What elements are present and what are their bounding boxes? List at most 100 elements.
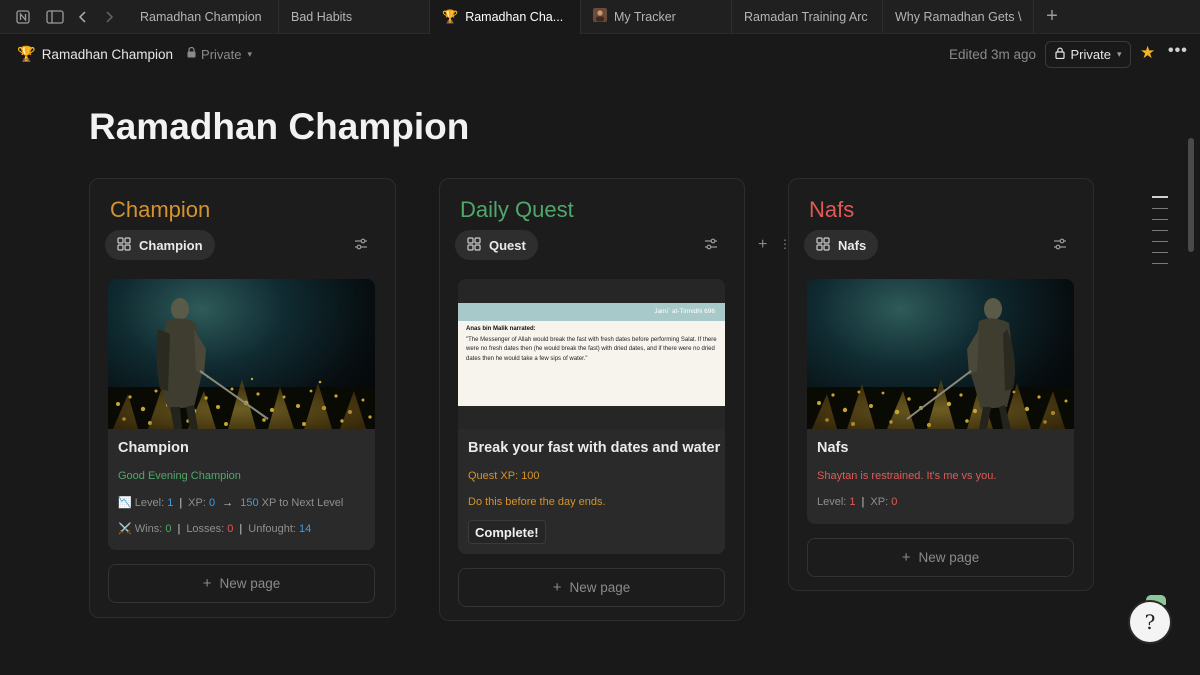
- card-title: Nafs: [817, 440, 849, 456]
- level-label: Level:: [817, 496, 847, 508]
- quest-card[interactable]: Jami` at-Tirmidhi 696 Anas bin Malik nar…: [458, 279, 725, 554]
- new-page-label: New page: [569, 580, 631, 595]
- champion-board: Champion Champion Champion Good Evening …: [89, 178, 396, 618]
- knight-cover-image: [807, 279, 1074, 429]
- level-line: Level: 1 | XP: 0: [817, 496, 898, 508]
- privacy-button[interactable]: Private ▾: [1045, 41, 1131, 68]
- help-assistant-icon[interactable]: ?: [1128, 600, 1172, 644]
- tab-my-tracker[interactable]: My Tracker: [581, 0, 732, 34]
- xp-label: XP:: [188, 497, 206, 509]
- quest-note: Do this before the day ends.: [468, 496, 606, 508]
- complete-button[interactable]: Complete!: [468, 520, 546, 544]
- chart-icon: 📉: [118, 497, 132, 509]
- add-block-icon[interactable]: +: [758, 236, 767, 254]
- avatar-icon: [593, 8, 607, 25]
- hadith-narrator: Anas bin Malik narrated:: [466, 326, 536, 332]
- quest-view-tab[interactable]: Quest: [455, 230, 538, 260]
- xp-next-value: 150: [240, 497, 259, 509]
- arrow-icon: →: [222, 497, 234, 509]
- unfought-label: Unfought:: [248, 523, 296, 535]
- xp-value: 0: [891, 496, 898, 508]
- tab-label: Ramadhan Cha...: [465, 9, 564, 24]
- filter-sliders-icon[interactable]: [354, 237, 368, 253]
- tab-bar: Ramadhan Champion Bad Habits 🏆 Ramadhan …: [0, 0, 1200, 34]
- tab-why-ramadhan[interactable]: Why Ramadhan Gets \: [883, 0, 1034, 34]
- sidebar-toggle-icon[interactable]: [44, 0, 66, 34]
- star-icon[interactable]: ★: [1140, 43, 1155, 63]
- tab-label: My Tracker: [614, 9, 676, 24]
- xp-value: 0: [208, 497, 216, 509]
- losses-label: Losses:: [186, 523, 225, 535]
- breadcrumb-title: Ramadhan Champion: [41, 46, 174, 62]
- tab-ramadan-training-arc[interactable]: Ramadan Training Arc: [732, 0, 883, 34]
- plus-icon: +: [901, 549, 911, 566]
- more-icon[interactable]: •••: [1168, 42, 1188, 60]
- forward-arrow-icon[interactable]: [98, 0, 120, 34]
- chevron-down-icon: ▾: [247, 48, 253, 59]
- level-line: 📉 Level: 1 | XP: 0 → 150 XP to Next Level: [118, 497, 344, 509]
- daily-quest-board: Daily Quest Quest Jami` at-Tirmidhi 696 …: [439, 178, 745, 621]
- nafs-message: Shaytan is restrained. It's me vs you.: [817, 470, 997, 482]
- filter-sliders-icon[interactable]: [1053, 237, 1067, 253]
- tab-ramadhan-champion[interactable]: Ramadhan Champion: [128, 0, 279, 34]
- nafs-view-tab[interactable]: Nafs: [804, 230, 879, 260]
- new-page-label: New page: [918, 550, 980, 565]
- notion-icon[interactable]: [12, 0, 34, 34]
- view-label: Quest: [489, 237, 526, 253]
- record-line: ⚔️ Wins: 0 | Losses: 0 | Unfought: 14: [118, 523, 312, 535]
- breadcrumb[interactable]: 🏆 Ramadhan Champion Private ▾: [17, 45, 252, 63]
- tab-bad-habits[interactable]: Bad Habits: [279, 0, 430, 34]
- champion-heading: Champion: [110, 197, 211, 222]
- back-arrow-icon[interactable]: [72, 0, 94, 34]
- nafs-card[interactable]: Nafs Shaytan is restrained. It's me vs y…: [807, 279, 1074, 524]
- level-label: Level:: [134, 497, 165, 509]
- nafs-board: Nafs Nafs Nafs Shaytan is restrained. It…: [788, 178, 1094, 591]
- plus-icon: +: [202, 575, 212, 592]
- page-title: Ramadhan Champion: [89, 106, 470, 147]
- view-label: Champion: [139, 237, 203, 253]
- plus-icon[interactable]: +: [1034, 0, 1070, 34]
- knight-cover-image: [108, 279, 375, 429]
- new-page-label: New page: [219, 576, 281, 591]
- new-page-button[interactable]: + New page: [108, 564, 375, 603]
- xp-next-label: XP to Next Level: [261, 497, 344, 509]
- new-page-button[interactable]: + New page: [458, 568, 725, 607]
- card-title: Break your fast with dates and water: [468, 440, 721, 456]
- new-page-button[interactable]: + New page: [807, 538, 1074, 577]
- greeting-text: Good Evening Champion: [118, 470, 241, 482]
- champion-view-tab[interactable]: Champion: [105, 230, 215, 260]
- champion-card[interactable]: Champion Good Evening Champion 📉 Level: …: [108, 279, 375, 550]
- quest-xp: Quest XP: 100: [468, 470, 540, 482]
- hadith-cover-image: Jami` at-Tirmidhi 696 Anas bin Malik nar…: [458, 279, 725, 429]
- view-label: Nafs: [838, 237, 867, 253]
- plus-icon: +: [552, 579, 562, 596]
- trophy-icon: 🏆: [17, 46, 36, 63]
- lock-icon: [1054, 47, 1065, 62]
- breadcrumb-privacy-label: Private: [201, 46, 242, 62]
- tab-label: Ramadan Training Arc: [744, 9, 868, 24]
- swords-icon: ⚔️: [118, 523, 132, 535]
- filter-sliders-icon[interactable]: [704, 237, 718, 253]
- privacy-button-label: Private: [1070, 47, 1111, 62]
- daily-quest-heading: Daily Quest: [460, 197, 574, 222]
- losses-value: 0: [227, 523, 234, 535]
- vertical-scrollbar[interactable]: [1188, 138, 1194, 252]
- table-of-contents[interactable]: [1152, 196, 1168, 274]
- breadcrumb-privacy[interactable]: Private ▾: [187, 47, 252, 62]
- edited-timestamp: Edited 3m ago: [949, 47, 1037, 62]
- tab-ramadhan-champion-active[interactable]: 🏆 Ramadhan Cha...: [430, 0, 581, 34]
- wins-label: Wins:: [134, 523, 163, 535]
- chevron-down-icon: ▾: [1116, 49, 1122, 59]
- wins-value: 0: [165, 523, 172, 535]
- hadith-text: "The Messenger of Allah would break the …: [466, 337, 717, 362]
- unfought-value: 14: [299, 523, 312, 535]
- gallery-grid-icon: [117, 236, 131, 254]
- tab-label: Bad Habits: [291, 9, 353, 24]
- gallery-grid-icon: [467, 236, 481, 254]
- lock-icon: [187, 46, 196, 61]
- tab-label: Why Ramadhan Gets \: [895, 9, 1022, 24]
- page-topbar: 🏆 Ramadhan Champion Private ▾ Edited 3m …: [0, 34, 1200, 76]
- level-value: 1: [167, 497, 174, 509]
- gallery-grid-icon: [816, 236, 830, 254]
- tab-label: Ramadhan Champion: [140, 9, 262, 24]
